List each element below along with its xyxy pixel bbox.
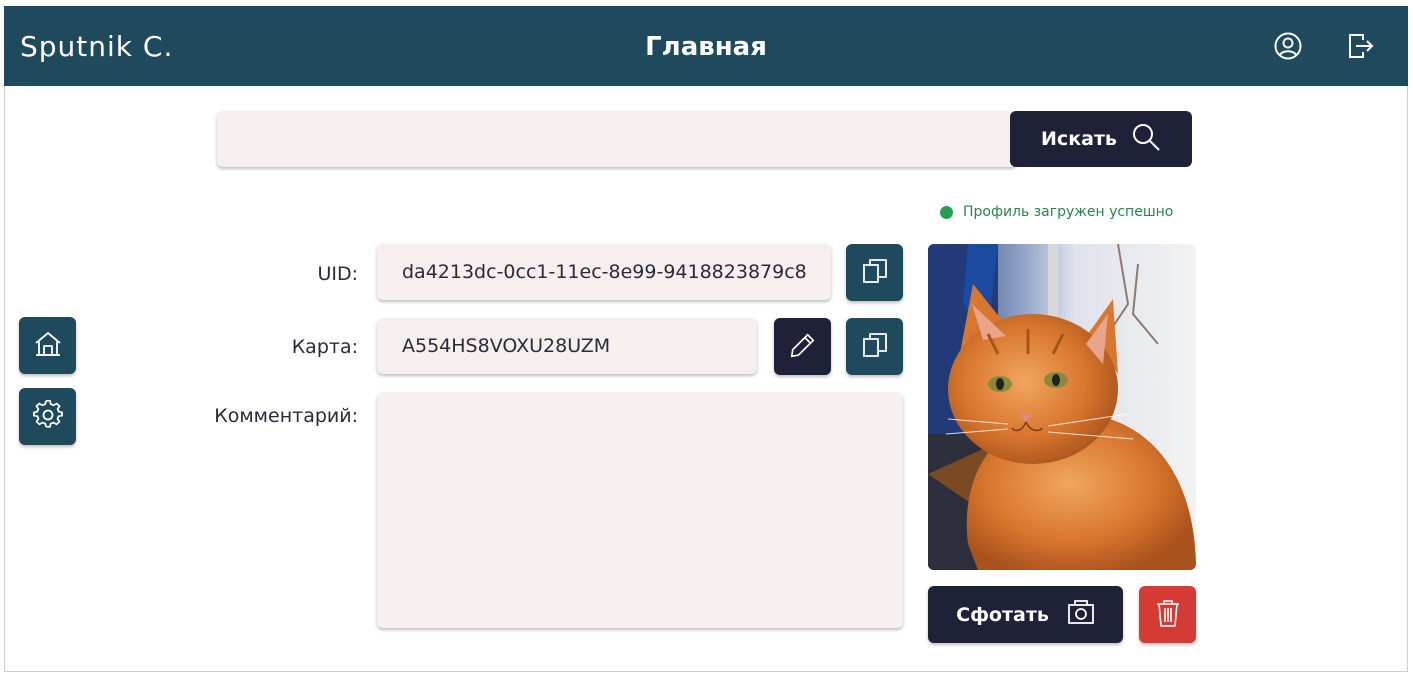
home-icon: [33, 329, 63, 363]
profile-photo: [928, 244, 1196, 570]
status-dot: [940, 205, 953, 219]
status-message: Профиль загружен успешно: [940, 204, 1173, 220]
delete-photo-button[interactable]: [1139, 586, 1196, 643]
card-label: Карта:: [291, 336, 358, 358]
take-photo-label: Сфотать: [956, 603, 1049, 626]
comment-textarea[interactable]: [377, 392, 903, 628]
search-button-label: Искать: [1041, 128, 1117, 150]
search-input[interactable]: [217, 111, 1017, 167]
user-circle-icon[interactable]: [1272, 30, 1304, 62]
status-text: Профиль загружен успешно: [963, 204, 1174, 220]
sidebar-item-settings[interactable]: [19, 388, 76, 445]
take-photo-button[interactable]: Сфотать: [928, 586, 1123, 643]
uid-field[interactable]: da4213dc-0cc1-11ec-8e99-9418823879c8: [377, 244, 831, 300]
page-title: Главная: [645, 32, 767, 62]
copy-icon: [860, 256, 890, 290]
comment-label: Комментарий:: [214, 405, 358, 427]
gear-icon: [32, 399, 63, 434]
copy-card-button[interactable]: [846, 318, 903, 375]
cat-photo: [928, 244, 1196, 570]
uid-label: UID:: [317, 263, 358, 285]
sidebar-item-home[interactable]: [19, 317, 76, 374]
top-bar: Sputnik C. Главная: [4, 6, 1408, 86]
card-field[interactable]: A554HS8VOXU28UZM: [377, 318, 757, 374]
search-button[interactable]: Искать: [1010, 111, 1192, 167]
pencil-icon: [789, 331, 817, 363]
edit-card-button[interactable]: [774, 318, 831, 375]
logout-icon[interactable]: [1344, 30, 1376, 62]
copy-icon: [860, 330, 890, 364]
search-icon: [1131, 122, 1161, 157]
trash-icon: [1154, 598, 1182, 632]
camera-icon: [1067, 599, 1095, 630]
copy-uid-button[interactable]: [846, 244, 903, 301]
